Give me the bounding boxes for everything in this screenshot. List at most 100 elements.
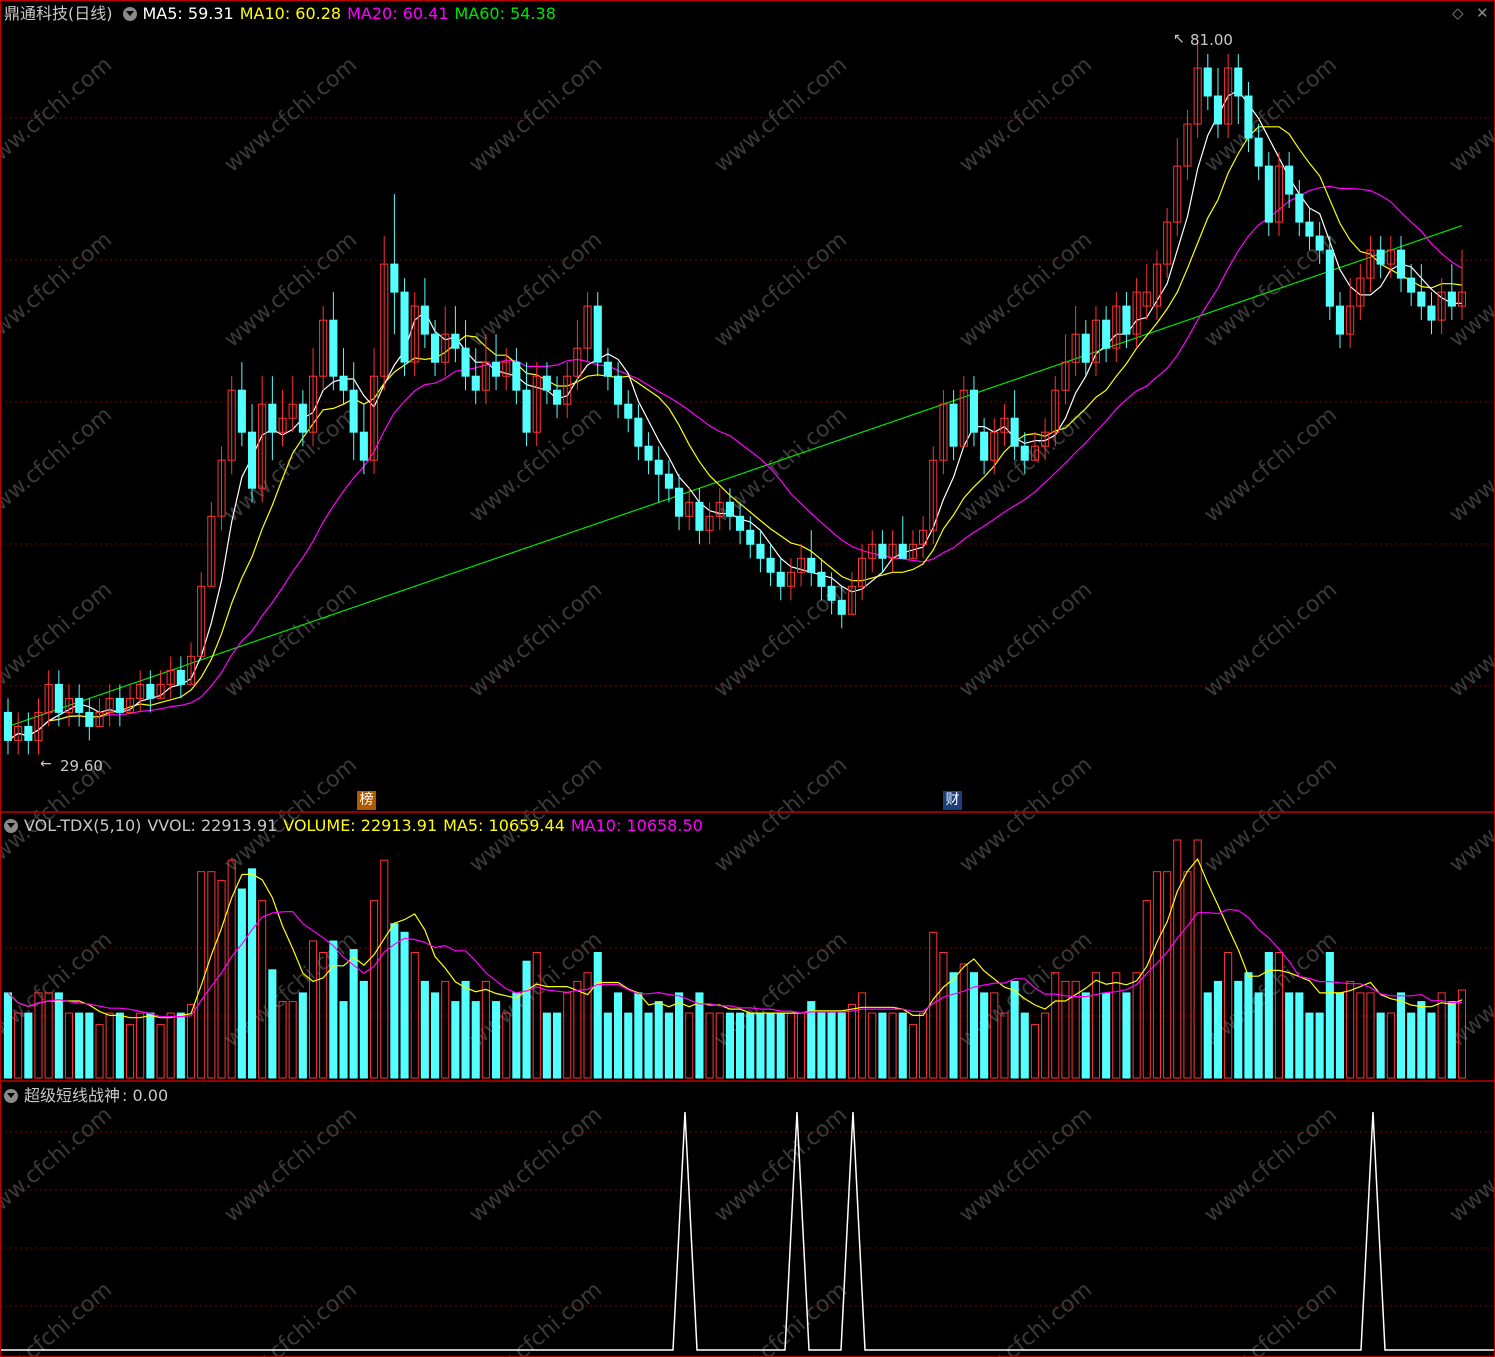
volume-bar [410,952,419,1079]
toggle-icon[interactable] [4,819,18,833]
candle-body [1285,165,1294,195]
volume-bar [817,1012,826,1079]
volume-bar [441,980,450,1079]
high-price-label: 81.00 [1190,31,1233,49]
candle-body [756,543,765,559]
candle-body [339,375,348,391]
candle-body [329,319,338,377]
volume-bar [908,1024,918,1079]
candle-body [75,697,84,713]
candle-body [725,501,735,517]
low-price-label: 29.60 [60,757,103,775]
watermark-text: www.cfchi.com [710,752,852,877]
volume-bar [471,1001,480,1079]
candle-body [1244,95,1253,139]
watermark-text: www.cfchi.com [220,577,362,702]
volume-bar [847,1003,857,1079]
volume-bar [634,992,643,1079]
candle-body [1417,291,1426,307]
toggle-icon[interactable] [122,7,137,21]
toggle-icon[interactable] [4,1089,18,1103]
watermark-text: www.cfchi.com [0,1102,117,1227]
volume-bar [451,1001,460,1079]
candle-body [949,403,958,447]
close-icon[interactable]: ✕ [1476,4,1489,22]
candle-body [512,361,521,391]
candle-body [614,375,623,405]
volume-bar [512,992,521,1079]
candle-body [878,543,887,559]
diamond-icon[interactable]: ◇ [1452,4,1464,22]
volume-bar [1183,871,1192,1079]
watermark-text: www.cfchi.com [710,227,852,352]
marker-cai[interactable]: 财 [943,791,962,810]
candle-body [644,445,653,461]
kline-chart[interactable]: www.cfchi.com www.cfchi.com www.cfchi.com w… [0,0,1495,1357]
volume-bar [339,1001,348,1079]
volume-bar [1407,1012,1416,1079]
volume-bar [1346,980,1355,1079]
vol-indicator-name[interactable]: VOL-TDX(5,10) [24,816,141,835]
volume-bar [1376,1012,1385,1079]
volume-bar [207,871,216,1079]
volume-bar [420,980,429,1079]
candle-body [1122,305,1131,335]
candle-body [695,501,704,531]
volume-bar [197,871,206,1079]
marker-bang[interactable]: 榜 [357,791,376,810]
volume-bar [329,940,338,1079]
watermark-text: www.cfchi.com [1200,1277,1342,1357]
volume-bar [1285,992,1294,1079]
volume-bar [654,1001,663,1079]
candle-body [1305,221,1314,237]
stock-title[interactable]: 鼎通科技(日线) [4,4,113,23]
candle-body [1081,333,1090,363]
candle-body [837,599,846,615]
watermark-text: www.cfchi.com [1445,752,1495,877]
watermark-text: www.cfchi.com [1445,402,1495,527]
volume-bar [156,1024,165,1079]
volume-bar [1041,1012,1050,1079]
candle-body [390,263,399,293]
watermark-text: www.cfchi.com [710,1277,852,1357]
ma5-path [7,89,1462,741]
ma5-label: MA5: 59.31 [142,4,234,23]
vvol-label: VVOL: 22913.91 [147,816,278,835]
watermark-text: www.cfchi.com [1200,752,1342,877]
watermark-text: www.cfchi.com [1200,577,1342,702]
watermark-text: www.cfchi.com [955,52,1097,177]
volume-bar [858,992,867,1079]
volume-bar [380,859,389,1079]
signal-name[interactable]: 超级短线战神 [24,1086,120,1105]
candle-body [1315,235,1324,251]
ma10-label: MA10: 60.28 [239,4,342,23]
volume-bar [1244,972,1253,1079]
volume-bar [1102,992,1111,1079]
volume-bar [542,1012,551,1079]
candle-body [1295,193,1304,223]
watermark-text: www.cfchi.com [955,577,1097,702]
volume-bar [1020,1012,1029,1079]
volume-bar [685,1012,694,1079]
volume-bar [75,1012,84,1079]
volume-bar [1173,839,1182,1079]
ma5-line [7,89,1462,741]
candle-body [237,389,246,433]
volume-bar [1417,1001,1426,1079]
volume-bar [593,952,602,1079]
volume-bar [64,1012,74,1079]
candle-body [146,683,155,699]
candle-body [461,347,470,377]
volume-bar [563,992,572,1079]
volume-bar [1132,972,1141,1079]
main-header: 鼎通科技(日线) MA5: 59.31 MA10: 60.28 MA20: 60.41… [0,2,562,26]
volume-bar [522,960,531,1079]
volume-bar [756,1012,765,1079]
candle-body [400,291,409,363]
volume-bar [675,992,684,1079]
vol-ma10-label: MA10: 10658.50 [570,816,703,835]
volume-bar [146,1012,155,1079]
volume-bar [827,1012,836,1079]
watermark-text: www.cfchi.com [0,1277,117,1357]
candle-body [746,529,755,545]
